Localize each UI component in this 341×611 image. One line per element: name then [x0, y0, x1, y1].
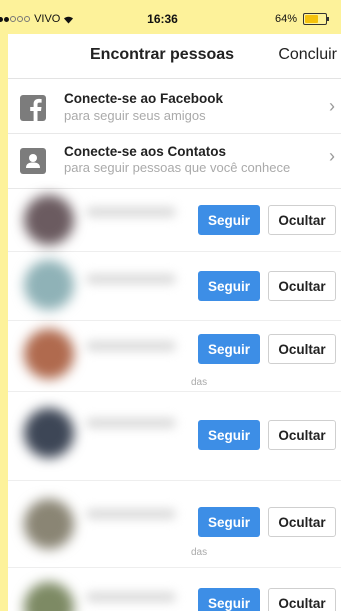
- avatar: [24, 329, 74, 379]
- page-title: Encontrar pessoas: [90, 46, 235, 63]
- hide-button[interactable]: Ocultar: [268, 507, 336, 537]
- hide-button[interactable]: Ocultar: [268, 271, 336, 301]
- connect-contacts-title: Conecte-se aos Contatos: [64, 144, 227, 159]
- hide-button[interactable]: Ocultar: [268, 334, 336, 364]
- done-button[interactable]: Concluir: [278, 46, 337, 64]
- user-name: [86, 341, 176, 351]
- facebook-icon: [20, 95, 46, 121]
- connect-facebook-row[interactable]: Conecte-se ao Facebook para seguir seus …: [8, 79, 341, 134]
- connect-facebook-subtitle: para seguir seus amigos: [64, 108, 206, 123]
- follow-button[interactable]: Seguir: [198, 420, 260, 450]
- user-name: [86, 418, 176, 428]
- hide-button[interactable]: Ocultar: [268, 588, 336, 611]
- contacts-icon: [20, 148, 46, 174]
- avatar: [24, 408, 74, 458]
- hide-button[interactable]: Ocultar: [268, 205, 336, 235]
- suggestion-row: Seguir Ocultar: [8, 568, 341, 611]
- follow-button[interactable]: Seguir: [198, 205, 260, 235]
- suggestion-context: das: [191, 377, 208, 388]
- suggestion-row: Seguir Ocultar: [8, 392, 341, 481]
- avatar: [24, 582, 74, 611]
- follow-button[interactable]: Seguir: [198, 334, 260, 364]
- chevron-right-icon: ›: [329, 96, 335, 116]
- follow-button[interactable]: Seguir: [198, 507, 260, 537]
- connect-contacts-subtitle: para seguir pessoas que você conhece: [64, 160, 291, 175]
- user-name: [86, 274, 176, 284]
- user-name: [86, 509, 176, 519]
- hide-button[interactable]: Ocultar: [268, 420, 336, 450]
- suggestion-row: Seguir Ocultar das: [8, 321, 341, 392]
- navigation-bar: Encontrar pessoas Concluir: [8, 34, 341, 79]
- connect-contacts-row[interactable]: Conecte-se aos Contatos para seguir pess…: [8, 134, 341, 189]
- connect-facebook-title: Conecte-se ao Facebook: [64, 91, 224, 106]
- user-name: [86, 207, 176, 217]
- chevron-right-icon: ›: [329, 146, 335, 166]
- avatar: [24, 195, 74, 245]
- follow-button[interactable]: Seguir: [198, 271, 260, 301]
- status-bar: VIVO 16:36 64%: [0, 0, 333, 34]
- battery-icon: [303, 13, 329, 25]
- follow-button[interactable]: Seguir: [198, 588, 260, 611]
- avatar: [24, 260, 74, 310]
- suggestion-row: Seguir Ocultar: [8, 189, 341, 252]
- suggestion-row: Seguir Ocultar: [8, 252, 341, 321]
- suggestion-context: das: [191, 547, 208, 558]
- avatar: [24, 499, 74, 549]
- battery-percent: 64%: [274, 13, 297, 25]
- suggestion-row: Seguir Ocultar das: [8, 481, 341, 568]
- user-name: [86, 592, 176, 602]
